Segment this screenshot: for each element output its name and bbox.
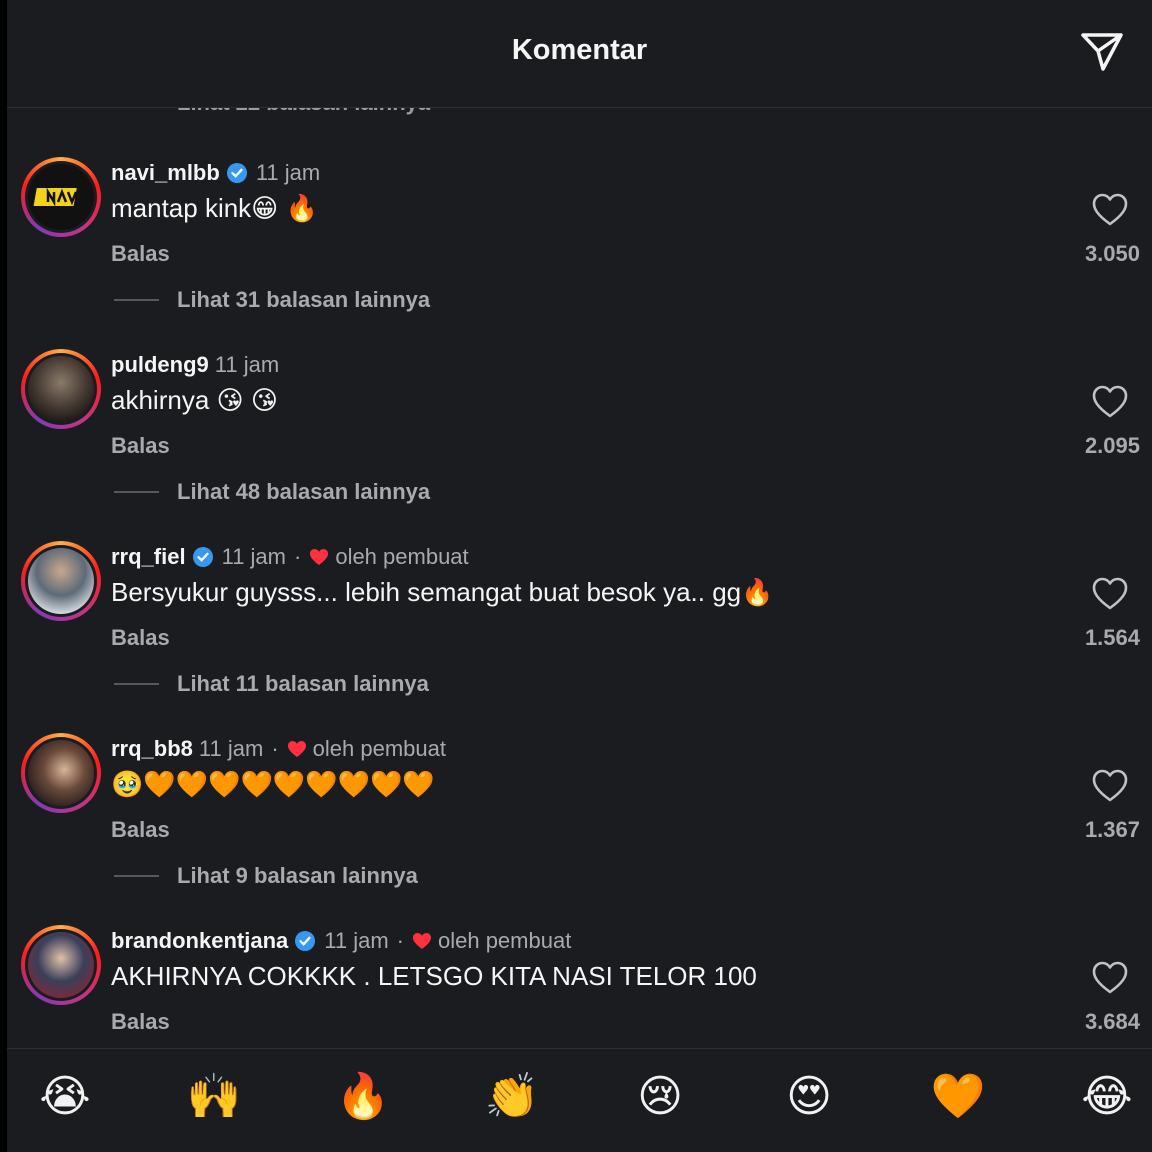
reply-button[interactable]: Balas <box>111 241 170 267</box>
reply-button[interactable]: Balas <box>111 433 170 459</box>
like-heart-icon[interactable] <box>1092 385 1128 419</box>
separator-dot: · <box>294 544 302 569</box>
username[interactable]: rrq_bb8 <box>111 736 193 762</box>
like-count: 3.050 <box>1084 241 1140 266</box>
emoji-orange-heart-button[interactable]: 🧡 <box>930 1069 986 1125</box>
avatar[interactable] <box>21 925 101 1005</box>
replies-divider <box>114 683 159 685</box>
quick-reactions-bar: 😭 🙌 🔥 👏 😢 😍 🧡 😂 <box>7 1048 1152 1152</box>
username[interactable]: rrq_fiel <box>111 544 186 570</box>
emoji-tears-of-joy-button[interactable]: 😂 <box>1079 1069 1135 1125</box>
verified-badge-icon <box>192 547 213 567</box>
navi-logo-icon <box>33 187 78 207</box>
liked-by-creator-label: oleh pembuat <box>437 928 572 953</box>
creator-heart-icon <box>287 741 306 757</box>
avatar[interactable] <box>21 733 101 813</box>
comment-text: 🥹🧡🧡🧡🧡🧡🧡🧡🧡🧡 <box>111 769 435 799</box>
view-more-replies-link[interactable]: Lihat 31 balasan lainnya <box>177 287 430 313</box>
liked-by-creator-label: oleh pembuat <box>335 544 469 569</box>
reply-button[interactable]: Balas <box>111 1009 170 1035</box>
comment-text: Bersyukur guysss... lebih semangat buat … <box>111 577 774 607</box>
like-heart-icon[interactable] <box>1092 577 1128 611</box>
timestamp: 11 jam <box>214 352 280 377</box>
verified-badge-icon <box>226 163 247 183</box>
emoji-raising-hands-button[interactable]: 🙌 <box>186 1069 242 1125</box>
header: Komentar <box>7 0 1152 108</box>
creator-heart-icon <box>412 933 431 949</box>
username[interactable]: brandonkentjana <box>111 928 288 954</box>
replies-divider <box>114 875 159 877</box>
like-count: 1.367 <box>1084 817 1140 842</box>
avatar[interactable] <box>21 157 101 237</box>
username[interactable]: puldeng9 <box>111 352 209 378</box>
timestamp: 11 jam <box>255 160 321 185</box>
emoji-fire-button[interactable]: 🔥 <box>335 1069 391 1125</box>
liked-by-creator-label: oleh pembuat <box>312 736 446 761</box>
like-heart-icon[interactable] <box>1092 193 1128 227</box>
comment-item: rrq_fiel 11 jam · oleh pembuat Bersyukur… <box>7 541 1152 731</box>
reply-button[interactable]: Balas <box>111 817 170 843</box>
view-more-replies-link[interactable]: Lihat 9 balasan lainnya <box>177 863 418 889</box>
timestamp: 11 jam <box>198 736 264 761</box>
view-more-replies-link[interactable]: Lihat 48 balasan lainnya <box>177 479 430 505</box>
view-more-replies-link[interactable]: Lihat 11 balasan lainnya <box>177 671 429 697</box>
comment-text: AKHIRNYA COKKKK . LETSGO KITA NASI TELOR… <box>111 961 757 991</box>
like-count: 3.684 <box>1084 1009 1140 1034</box>
username[interactable]: navi_mlbb <box>111 160 220 186</box>
comment-item: puldeng9 11 jam akhirnya 😘 😘 Balas 2.095… <box>7 349 1152 539</box>
comments-sheet: Lihat 22 balasan lainnya Komentar navi_m… <box>7 0 1152 1152</box>
like-heart-icon[interactable] <box>1092 961 1128 995</box>
reply-button[interactable]: Balas <box>111 625 170 651</box>
verified-badge-icon <box>295 931 316 951</box>
like-count: 2.095 <box>1084 433 1140 458</box>
comment-item: rrq_bb8 11 jam · oleh pembuat 🥹🧡🧡🧡🧡🧡🧡🧡🧡🧡… <box>7 733 1152 923</box>
emoji-clapping-button[interactable]: 👏 <box>484 1069 540 1125</box>
like-count: 1.564 <box>1084 625 1140 650</box>
comment-text: akhirnya 😘 😘 <box>111 385 278 415</box>
send-icon[interactable] <box>1078 27 1126 75</box>
replies-divider <box>114 299 159 301</box>
replies-divider <box>114 491 159 493</box>
avatar[interactable] <box>21 349 101 429</box>
emoji-crying-button[interactable]: 😢 <box>632 1069 688 1125</box>
emoji-loudly-crying-button[interactable]: 😭 <box>37 1069 93 1125</box>
like-heart-icon[interactable] <box>1092 769 1128 803</box>
creator-heart-icon <box>310 549 329 565</box>
page-title: Komentar <box>511 34 648 66</box>
comment-item: navi_mlbb 11 jam mantap kink😁 🔥 Balas 3.… <box>7 157 1152 347</box>
emoji-heart-eyes-button[interactable]: 😍 <box>781 1069 837 1125</box>
separator-dot: · <box>271 736 279 761</box>
timestamp: 11 jam <box>221 544 286 569</box>
separator-dot: · <box>396 928 404 953</box>
timestamp: 11 jam <box>324 928 389 953</box>
comment-text: mantap kink😁 🔥 <box>111 193 318 223</box>
avatar[interactable] <box>21 541 101 621</box>
